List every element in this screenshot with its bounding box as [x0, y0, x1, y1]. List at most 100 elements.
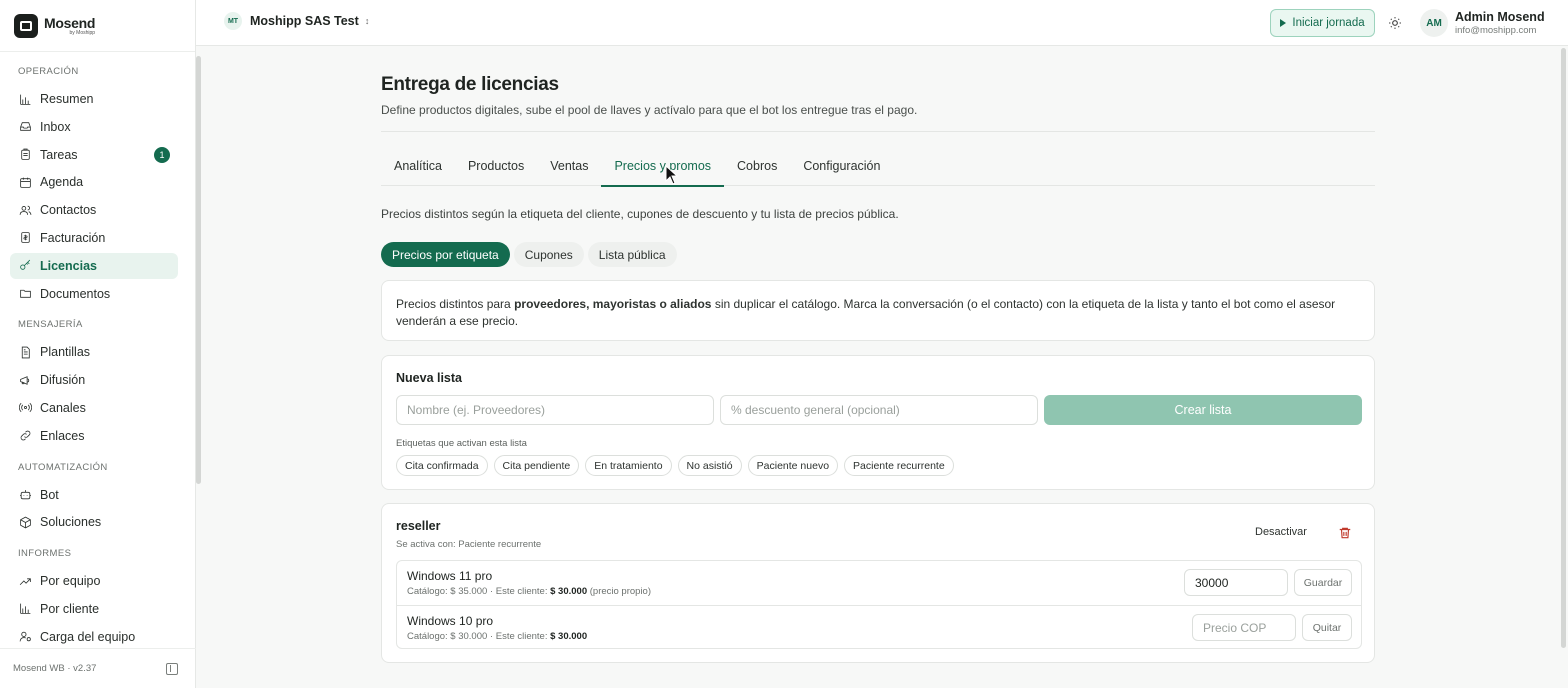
subtab-lista-pública[interactable]: Lista pública	[587, 242, 677, 267]
bar-chart-icon	[18, 602, 32, 616]
discount-input[interactable]	[720, 395, 1038, 425]
sidebar-item-label: Resumen	[40, 92, 94, 106]
sidebar-item-label: Enlaces	[40, 428, 85, 443]
nav-section-label: OPERACIÓN	[18, 66, 79, 77]
sidebar-item-plantillas[interactable]: Plantillas	[10, 339, 178, 365]
sidebar-scrollbar[interactable]	[196, 56, 201, 484]
sidebar-item-enlaces[interactable]: Enlaces	[10, 423, 178, 449]
sidebar-item-agenda[interactable]: Agenda	[10, 169, 178, 195]
price-list-activation: Se activa con: Paciente recurrente	[396, 539, 542, 550]
link-icon	[18, 429, 32, 443]
guardar-button[interactable]: Guardar	[1294, 569, 1352, 596]
tab-productos[interactable]: Productos	[455, 146, 537, 186]
create-list-button[interactable]: Crear lista	[1044, 395, 1362, 425]
tag-chip[interactable]: Cita pendiente	[493, 455, 580, 476]
product-price-meta: Catálogo: $ 35.000 · Este cliente: $ 30.…	[407, 586, 651, 597]
sidebar-item-label: Carga del equipo	[40, 629, 136, 644]
subtab-cupones[interactable]: Cupones	[513, 242, 584, 267]
sidebar-item-documentos[interactable]: Documentos	[10, 281, 178, 307]
sidebar-item-label: Por cliente	[40, 601, 100, 616]
tab-configuración[interactable]: Configuración	[790, 146, 893, 186]
sidebar-footer: Mosend WB · v2.37	[0, 648, 196, 688]
org-switcher[interactable]: MT Moshipp SAS Test ↕	[224, 12, 369, 30]
inbox-icon	[18, 120, 32, 134]
user-cog-icon	[18, 630, 32, 644]
collapse-sidebar-icon[interactable]	[166, 663, 178, 675]
tab-cobros[interactable]: Cobros	[724, 146, 790, 186]
play-icon	[1280, 19, 1287, 27]
tag-chip[interactable]: En tratamiento	[585, 455, 672, 476]
tag-chip[interactable]: Cita confirmada	[396, 455, 488, 476]
sidebar-item-label: Por equipo	[40, 574, 101, 589]
tab-description: Precios distintos según la etiqueta del …	[381, 207, 899, 221]
price-input[interactable]	[1192, 614, 1296, 641]
folder-icon	[18, 287, 32, 301]
subtab-precios-por-etiqueta[interactable]: Precios por etiqueta	[381, 242, 510, 267]
package-icon	[18, 515, 32, 529]
mouse-cursor-icon	[665, 165, 679, 185]
tags-label: Etiquetas que activan esta lista	[396, 438, 527, 449]
product-price-table: Windows 11 pro Catálogo: $ 35.000 · Este …	[396, 560, 1362, 649]
sidebar-item-difusión[interactable]: Difusión	[10, 367, 178, 393]
subtabs: Precios por etiqueta Cupones Lista pública	[381, 242, 677, 267]
tab-ventas[interactable]: Ventas	[537, 146, 601, 186]
megaphone-icon	[18, 373, 32, 387]
sidebar-item-soluciones[interactable]: Soluciones	[10, 509, 178, 535]
product-price-meta: Catálogo: $ 30.000 · Este cliente: $ 30.…	[407, 631, 588, 642]
product-name: Windows 11 pro	[407, 569, 493, 583]
sidebar-item-resumen[interactable]: Resumen	[10, 86, 178, 112]
table-row: Windows 10 pro Catálogo: $ 30.000 · Este …	[397, 605, 1361, 649]
tabs: Analítica Productos Ventas Precios y promos…	[381, 146, 1375, 187]
sidebar-item-licencias[interactable]: Licencias	[10, 252, 178, 279]
tag-chip[interactable]: Paciente recurrente	[844, 455, 954, 476]
sidebar-item-canales[interactable]: Canales	[10, 395, 178, 421]
users-icon	[18, 203, 32, 217]
sidebar-item-por-cliente[interactable]: Por cliente	[10, 596, 178, 622]
tab-analítica[interactable]: Analítica	[381, 146, 455, 186]
price-list-name: reseller	[396, 519, 441, 533]
new-list-title: Nueva lista	[396, 371, 463, 385]
tag-chip[interactable]: Paciente nuevo	[747, 455, 839, 476]
key-icon	[18, 259, 32, 273]
tag-chip[interactable]: No asistió	[677, 455, 742, 476]
price-input[interactable]	[1184, 569, 1288, 596]
file-text-icon	[18, 345, 32, 359]
sidebar-item-label: Facturación	[40, 230, 106, 245]
sidebar-item-facturación[interactable]: Facturación	[10, 225, 178, 251]
nav-section-label: AUTOMATIZACIÓN	[18, 461, 108, 473]
sidebar-item-label: Tareas	[40, 147, 78, 162]
bot-icon	[18, 488, 32, 502]
radio-icon	[18, 401, 32, 415]
sidebar-item-carga-del-equipo[interactable]: Carga del equipo	[10, 624, 178, 648]
sidebar-item-contactos[interactable]: Contactos	[10, 197, 178, 223]
main-scrollbar[interactable]	[1561, 48, 1566, 648]
quitar-button[interactable]: Quitar	[1302, 614, 1352, 641]
sidebar-item-bot[interactable]: Bot	[10, 482, 178, 508]
sun-icon[interactable]	[1388, 16, 1402, 30]
page-subtitle: Define productos digitales, sube el pool…	[381, 103, 918, 117]
nav-section-label: MENSAJERÍA	[18, 319, 83, 331]
user-avatar[interactable]: AM	[1420, 9, 1448, 37]
sidebar-item-inbox[interactable]: Inbox	[10, 114, 178, 140]
nav-section-label: INFORMES	[18, 548, 72, 560]
list-name-input[interactable]	[396, 395, 714, 425]
brand-name: Mosend	[44, 14, 96, 31]
brand[interactable]: Mosend by Moshipp	[0, 0, 195, 52]
org-name: Moshipp SAS Test	[250, 14, 359, 28]
sidebar-item-tareas[interactable]: Tareas 1	[10, 142, 178, 168]
deactivate-button[interactable]: Desactivar	[1255, 526, 1307, 538]
sidebar-item-label: Difusión	[40, 373, 86, 388]
trash-icon[interactable]	[1338, 526, 1352, 540]
sidebar-item-label: Inbox	[40, 119, 71, 134]
version-label: Mosend WB · v2.37	[13, 663, 97, 674]
user-email: info@moshipp.com	[1455, 25, 1537, 36]
sidebar: Mosend by Moshipp OPERACIÓN Resumen Inbox T…	[0, 0, 201, 688]
org-avatar: MT	[224, 12, 242, 30]
sidebar-item-label: Canales	[40, 400, 86, 415]
price-list-card: reseller Se activa con: Paciente recurre…	[381, 503, 1375, 663]
info-text-bold: proveedores, mayoristas o aliados	[514, 297, 712, 311]
start-shift-button[interactable]: Iniciar jornada	[1270, 9, 1375, 37]
tab-precios-y-promos[interactable]: Precios y promos	[601, 146, 724, 187]
sidebar-item-por-equipo[interactable]: Por equipo	[10, 568, 178, 594]
